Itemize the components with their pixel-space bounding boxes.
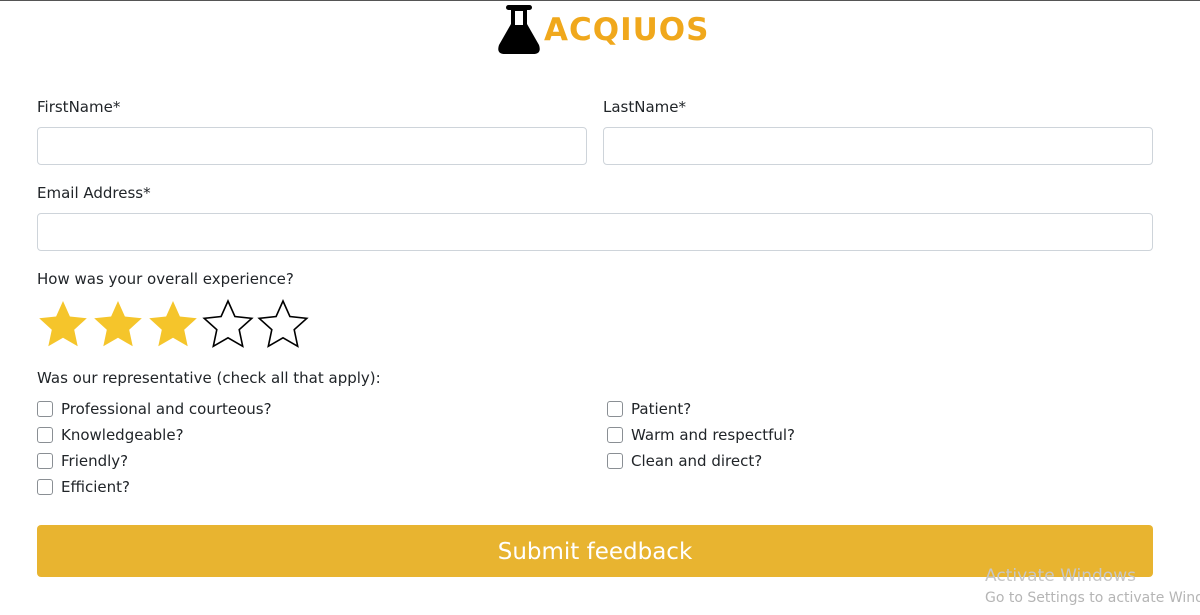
last-name-label: LastName* <box>603 98 686 116</box>
checkbox[interactable] <box>37 427 53 443</box>
checkbox[interactable] <box>37 401 53 417</box>
star-icon[interactable] <box>201 298 255 352</box>
star-icon[interactable] <box>36 298 90 352</box>
checkbox[interactable] <box>607 453 623 469</box>
brand-logo: ACQIUOS <box>496 4 709 56</box>
checkbox-group-right: Patient? Warm and respectful? Clean and di… <box>607 396 795 474</box>
star-icon[interactable] <box>256 298 310 352</box>
checkbox-option[interactable]: Knowledgeable? <box>37 422 272 448</box>
checkbox-option[interactable]: Friendly? <box>37 448 272 474</box>
rating-question: How was your overall experience? <box>37 270 294 288</box>
email-label: Email Address* <box>37 184 151 202</box>
checkbox-group-left: Professional and courteous? Knowledgeable… <box>37 396 272 500</box>
checkbox-label: Warm and respectful? <box>631 426 796 444</box>
first-name-input[interactable] <box>37 127 587 165</box>
checkbox[interactable] <box>37 479 53 495</box>
checkbox-label: Patient? <box>631 400 692 418</box>
top-border <box>0 0 1200 1</box>
activate-windows-title: Activate Windows <box>985 566 1136 586</box>
representative-question: Was our representative (check all that a… <box>37 369 381 387</box>
checkbox-label: Knowledgeable? <box>61 426 184 444</box>
flask-icon <box>496 4 542 56</box>
checkbox-label: Clean and direct? <box>631 452 763 470</box>
star-rating[interactable] <box>36 298 311 352</box>
checkbox[interactable] <box>607 401 623 417</box>
checkbox-option[interactable]: Warm and respectful? <box>607 422 795 448</box>
checkbox-option[interactable]: Patient? <box>607 396 795 422</box>
checkbox-option[interactable]: Efficient? <box>37 474 272 500</box>
checkbox-label: Professional and courteous? <box>61 400 272 418</box>
star-icon[interactable] <box>91 298 145 352</box>
checkbox-label: Efficient? <box>61 478 130 496</box>
last-name-input[interactable] <box>603 127 1153 165</box>
checkbox-option[interactable]: Professional and courteous? <box>37 396 272 422</box>
checkbox-label: Friendly? <box>61 452 129 470</box>
checkbox[interactable] <box>37 453 53 469</box>
email-input[interactable] <box>37 213 1153 251</box>
checkbox-option[interactable]: Clean and direct? <box>607 448 795 474</box>
star-icon[interactable] <box>146 298 200 352</box>
checkbox[interactable] <box>607 427 623 443</box>
first-name-label: FirstName* <box>37 98 121 116</box>
activate-windows-subtitle: Go to Settings to activate Windo <box>985 590 1200 606</box>
brand-name: ACQIUOS <box>544 12 710 48</box>
